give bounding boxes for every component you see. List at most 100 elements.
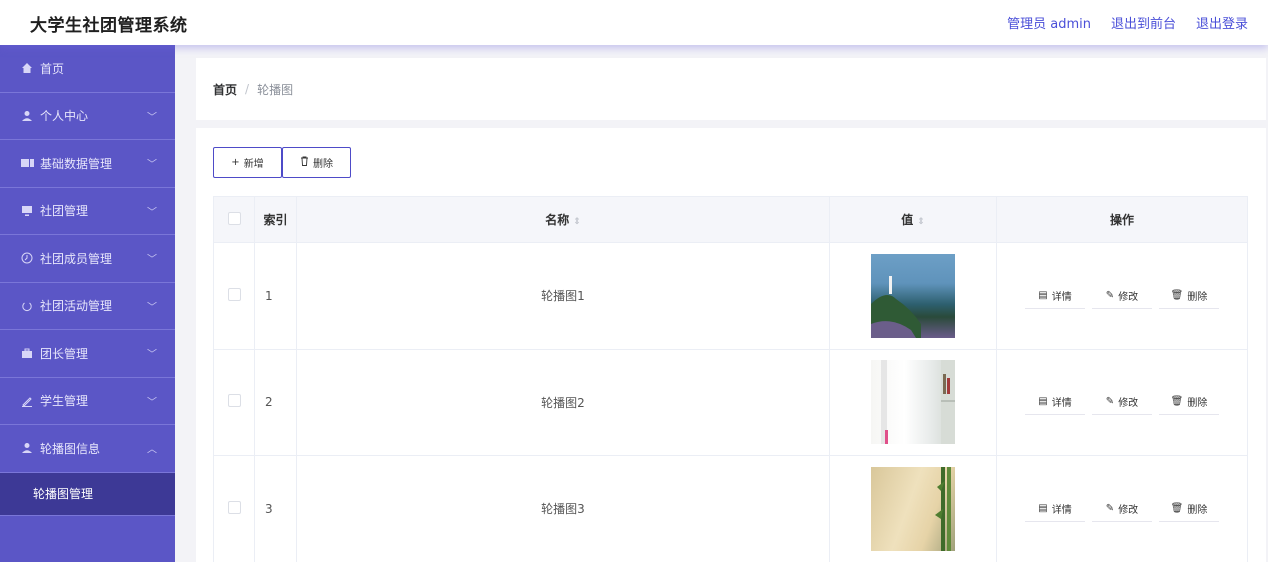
carousel-image-thumbnail[interactable] [871, 253, 955, 338]
column-header-name-label: 名称 [545, 213, 570, 227]
detail-button[interactable]: ▤ 详情 [1025, 283, 1085, 309]
sort-icon[interactable]: ⇕ [573, 217, 581, 227]
edit-button[interactable]: ✎ 修改 [1092, 389, 1152, 416]
chevron-down-icon: ﹀ [147, 112, 157, 124]
chevron-down-icon: ﹀ [147, 349, 157, 361]
edit-button-label: 修改 [1118, 398, 1139, 410]
sidebar-item-label: 个人中心 [40, 109, 89, 124]
carousel-image-thumbnail[interactable] [871, 466, 955, 551]
top-bar: 大学生社团管理系统 管理员 admin 退出到前台 退出登录 [0, 0, 1268, 45]
sidebar-item-label: 轮播图信息 [40, 441, 101, 456]
admin-user-link[interactable]: 管理员 admin [1007, 13, 1091, 32]
detail-button[interactable]: ▤ 详情 [1025, 389, 1085, 416]
chevron-down-icon: ﹀ [147, 397, 157, 409]
table-header-row: 索引 名称 ⇕ 值 ⇕ 操作 [213, 196, 1248, 243]
edit-button[interactable]: ✎ 修改 [1092, 283, 1152, 309]
trash-icon [300, 156, 309, 169]
add-button[interactable]: + 新增 [213, 147, 282, 178]
detail-button-label: 详情 [1051, 504, 1072, 516]
pencil-icon: ✎ [1105, 502, 1115, 514]
row-name: 轮播图3 [296, 455, 830, 562]
chevron-down-icon: ﹀ [147, 207, 157, 219]
row-checkbox[interactable] [227, 287, 241, 301]
row-image-cell [829, 348, 997, 456]
column-header-value-label: 值 [901, 213, 914, 227]
clock-icon [20, 251, 34, 265]
delete-button[interactable]: 🗑 删除 [1159, 283, 1219, 309]
breadcrumb-current: 轮播图 [257, 82, 294, 97]
detail-button[interactable]: ▤ 详情 [1025, 496, 1085, 522]
table-row: 2 轮播图2 ▤详情 ✎修改 � [213, 348, 1248, 456]
pencil-icon: ✎ [1105, 396, 1115, 408]
edit-icon [20, 394, 34, 408]
breadcrumb-home[interactable]: 首页 [213, 81, 237, 98]
sidebar-item-label: 社团管理 [40, 204, 89, 219]
select-all-cell [213, 196, 255, 243]
carousel-image-thumbnail[interactable] [871, 360, 955, 445]
sort-icon[interactable]: ⇕ [917, 217, 925, 227]
delete-button-label: 删除 [1187, 398, 1208, 410]
sidebar-item-label: 基础数据管理 [40, 156, 113, 171]
sidebar-item-basic-data[interactable]: 基础数据管理 ﹀ [0, 140, 175, 188]
bulk-delete-button[interactable]: 删除 [282, 147, 351, 178]
user-icon [20, 109, 34, 123]
user-icon [20, 441, 34, 455]
app-title: 大学生社团管理系统 [30, 16, 188, 36]
delete-button-label: 删除 [313, 159, 333, 170]
sidebar-item-label: 学生管理 [40, 394, 89, 409]
delete-button-label: 删除 [1187, 291, 1208, 303]
row-select-cell [213, 242, 255, 349]
trash-icon: 🗑 [1170, 396, 1184, 408]
table-row: 3 轮播图3 ▤ 详情 ✎ 修改 🗑 删除 [213, 455, 1248, 562]
sidebar-item-label: 社团活动管理 [40, 299, 113, 314]
document-icon: ▤ [1038, 502, 1048, 514]
monitor-icon [20, 204, 34, 218]
row-select-cell [213, 455, 255, 562]
row-checkbox[interactable] [227, 500, 241, 514]
sidebar-item-club[interactable]: 社团管理 ﹀ [0, 188, 175, 235]
edit-button-label: 修改 [1118, 291, 1139, 303]
sidebar-item-club-activities[interactable]: 社团活动管理 ﹀ [0, 283, 175, 330]
top-links: 管理员 admin 退出到前台 退出登录 [1007, 13, 1248, 32]
chevron-up-icon: ︿ [147, 444, 157, 456]
sidebar-item-personal-center[interactable]: 个人中心 ﹀ [0, 93, 175, 140]
plus-icon: + [231, 157, 240, 168]
logout-link[interactable]: 退出登录 [1196, 13, 1248, 32]
back-to-frontend-link[interactable]: 退出到前台 [1111, 13, 1176, 32]
sidebar: 首页 个人中心 ﹀ 基础数据管理 ﹀ 社团管理 ﹀ 社团成员管理 ﹀ 社团活动管… [0, 45, 175, 562]
row-image-cell [829, 455, 997, 562]
chevron-down-icon: ﹀ [147, 302, 157, 314]
add-button-label: 新增 [243, 159, 264, 170]
sidebar-item-club-members[interactable]: 社团成员管理 ﹀ [0, 235, 175, 283]
row-index: 3 [254, 455, 297, 562]
power-icon [20, 299, 34, 313]
detail-button-label: 详情 [1051, 291, 1072, 303]
row-index: 1 [254, 242, 297, 349]
sidebar-item-home[interactable]: 首页 [0, 45, 175, 93]
ticket-icon [20, 156, 34, 170]
sidebar-item-carousel-info[interactable]: 轮播图信息 ︿ [0, 425, 175, 473]
row-name: 轮播图1 [296, 242, 830, 349]
sidebar-item-students[interactable]: 学生管理 ﹀ [0, 378, 175, 425]
table-row: 1 轮播图1 ▤ 详情 ✎ 修改 🗑 删除 [213, 242, 1248, 349]
edit-button[interactable]: ✎ 修改 [1092, 496, 1152, 522]
select-all-checkbox[interactable] [227, 211, 241, 225]
pencil-icon: ✎ [1105, 289, 1115, 301]
carousel-table: 索引 名称 ⇕ 值 ⇕ 操作 1 轮播图1 ▤ 详情 ✎ 修改 🗑 删除 2 轮… [213, 196, 1248, 562]
chevron-down-icon: ﹀ [147, 254, 157, 266]
column-header-value[interactable]: 值 ⇕ [829, 196, 997, 243]
column-header-name[interactable]: 名称 ⇕ [296, 196, 830, 243]
sidebar-item-leaders[interactable]: 团长管理 ﹀ [0, 330, 175, 378]
chevron-down-icon: ﹀ [147, 159, 157, 171]
delete-button[interactable]: 🗑 删除 [1159, 496, 1219, 522]
delete-button-label: 删除 [1187, 504, 1208, 516]
row-actions-cell: ▤ 详情 ✎ 修改 🗑 删除 [996, 455, 1248, 562]
trash-icon: 🗑 [1170, 502, 1184, 514]
breadcrumb: 首页 / 轮播图 [196, 58, 1266, 120]
delete-button[interactable]: 🗑 删除 [1159, 389, 1219, 416]
row-index: 2 [254, 348, 297, 456]
column-header-actions: 操作 [996, 196, 1248, 243]
sidebar-subitem-carousel-management[interactable]: 轮播图管理 [0, 472, 175, 516]
row-checkbox[interactable] [227, 394, 241, 408]
row-select-cell [213, 348, 255, 456]
